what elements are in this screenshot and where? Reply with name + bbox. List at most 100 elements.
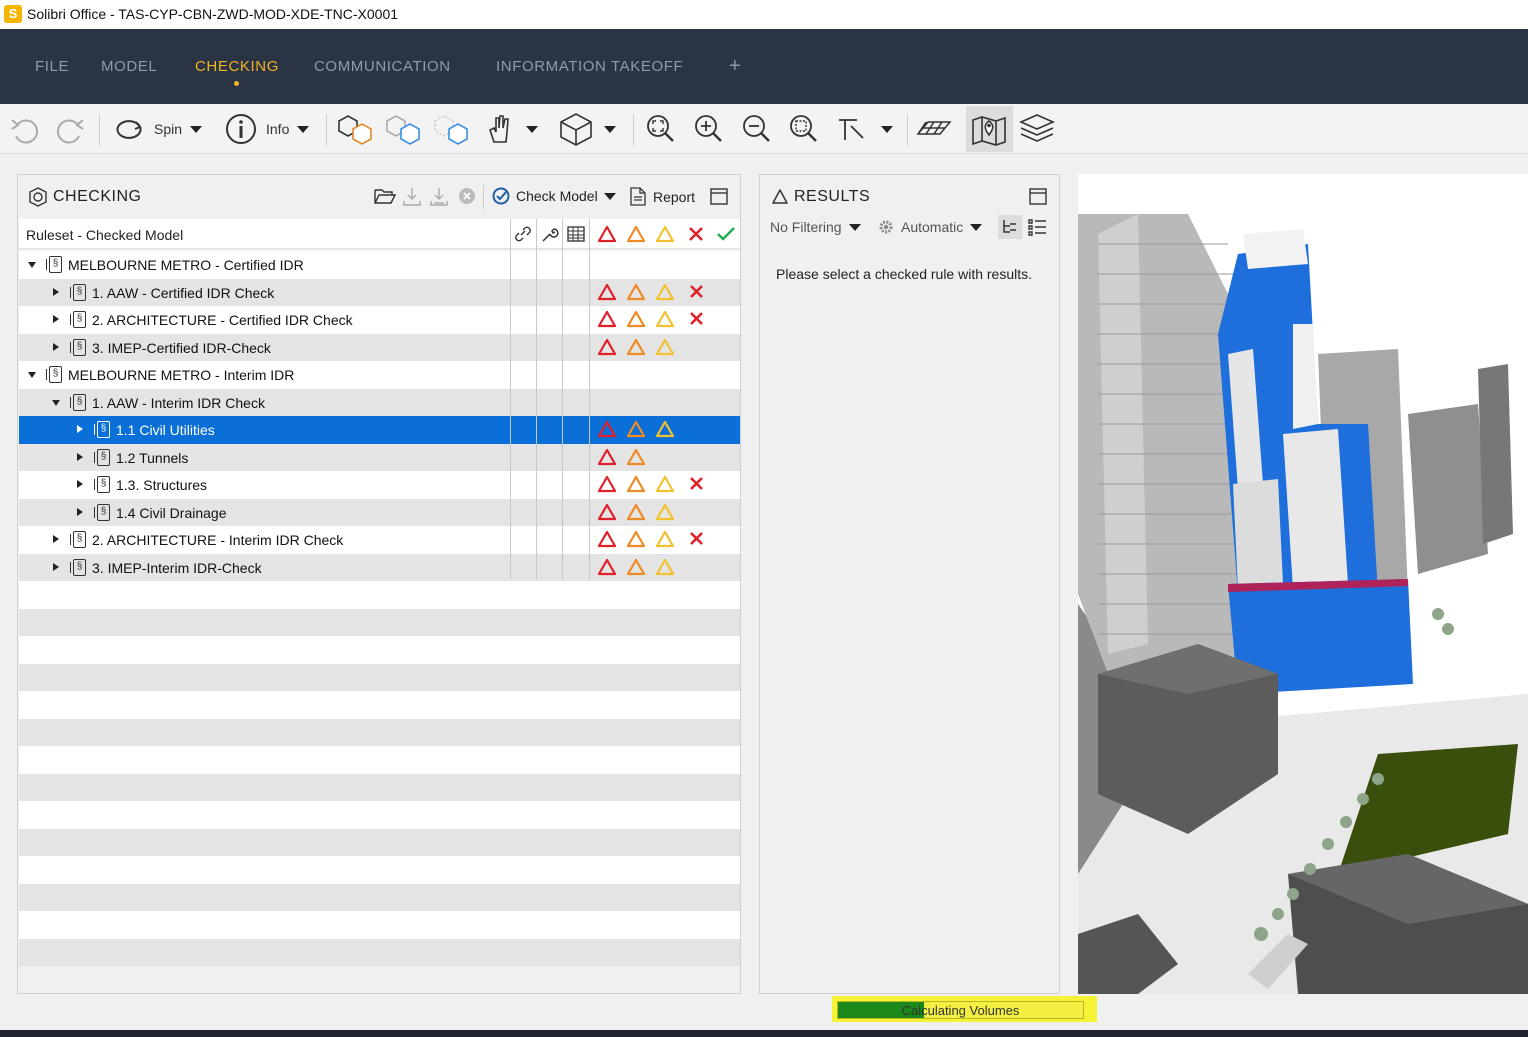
layers-button[interactable]: [1018, 110, 1056, 148]
zoom-selected-button[interactable]: [786, 110, 820, 148]
section-plane-button[interactable]: [914, 110, 954, 148]
list-view-icon[interactable]: [1027, 218, 1047, 236]
severity-medium-icon: [626, 310, 646, 328]
info-dropdown[interactable]: Info: [224, 110, 310, 148]
open-folder-icon[interactable]: [374, 187, 396, 205]
menu-communication[interactable]: COMMUNICATION: [314, 58, 451, 75]
measure-dropdown[interactable]: [835, 110, 893, 148]
expand-arrow-icon[interactable]: [53, 562, 59, 571]
collapse-arrow-icon[interactable]: [28, 372, 36, 378]
tree-row-label: 1.3. Structures: [116, 477, 208, 493]
mode-label: Automatic: [901, 219, 964, 235]
ruleset-icon: §: [70, 311, 86, 328]
hand-select-icon: [489, 115, 509, 143]
ruleset-icon: §: [46, 366, 62, 383]
zoom-selected-icon: [790, 115, 817, 142]
tree-row[interactable]: § 3. IMEP-Certified IDR-Check: [19, 333, 740, 361]
expand-arrow-icon[interactable]: [53, 315, 59, 323]
expand-arrow-icon[interactable]: [53, 287, 59, 296]
selection-dropdown[interactable]: [484, 110, 538, 148]
tree-row[interactable]: § 1.2 Tunnels: [19, 443, 740, 471]
maximize-panel-icon[interactable]: [1029, 188, 1047, 205]
menu-checking[interactable]: CHECKING: [195, 58, 279, 75]
ruleset-icon: §: [94, 503, 110, 521]
expand-arrow-icon[interactable]: [53, 342, 59, 351]
tree-row[interactable]: § 1.3. Structures: [19, 471, 740, 499]
check-model-button[interactable]: Check Model: [492, 187, 616, 205]
download-icon[interactable]: [403, 187, 421, 207]
layers-icon: [1019, 114, 1055, 142]
filter-dropdown[interactable]: No Filtering: [770, 219, 861, 235]
wrench-icon: [542, 228, 559, 242]
tree-row[interactable]: § MELBOURNE METRO - Interim IDR: [19, 361, 740, 389]
check-circle-icon: [492, 187, 510, 205]
tree-row[interactable]: § 1. AAW - Certified IDR Check: [19, 278, 740, 306]
show-all-button[interactable]: [335, 110, 375, 148]
tree-row[interactable]: § 1.1 Civil Utilities: [19, 416, 740, 444]
mode-dropdown[interactable]: Automatic: [878, 219, 983, 235]
expand-arrow-icon[interactable]: [77, 452, 83, 461]
ruleset-icon: §: [46, 256, 62, 273]
view-cube-dropdown[interactable]: [558, 110, 616, 148]
severity-low-icon: [655, 475, 675, 493]
passed-check-icon: [717, 227, 735, 241]
severity-medium-icon: [626, 475, 646, 493]
tree-row[interactable]: § 1. AAW - Interim IDR Check: [19, 388, 740, 416]
severity-high-icon: [597, 503, 617, 520]
ruleset-column-header: Ruleset - Checked Model: [19, 219, 740, 249]
zoom-in-button[interactable]: [691, 110, 725, 148]
spin-dropdown[interactable]: Spin: [112, 110, 203, 148]
tree-row-label: 1.1 Civil Utilities: [116, 422, 215, 438]
map-view-button[interactable]: [970, 110, 1008, 148]
3d-viewport[interactable]: [1078, 174, 1528, 994]
collapse-arrow-icon[interactable]: [52, 399, 60, 406]
isolate-button[interactable]: [383, 110, 423, 148]
info-icon: [226, 114, 256, 144]
zoom-fit-icon: [647, 115, 674, 142]
menu-information-takeoff[interactable]: INFORMATION TAKEOFF: [496, 58, 683, 75]
expand-arrow-icon[interactable]: [53, 535, 59, 543]
tree-row[interactable]: § 1.4 Civil Drainage: [19, 498, 740, 526]
severity-high-icon: [597, 475, 617, 493]
section-plane-icon: [916, 121, 952, 135]
ruleset-icon: §: [70, 558, 86, 576]
menu-model[interactable]: MODEL: [101, 58, 157, 75]
ruleset-icon: §: [70, 283, 86, 301]
severity-medium-icon: [626, 503, 646, 520]
tree-row[interactable]: § 3. IMEP-Interim IDR-Check: [19, 553, 740, 581]
collapse-arrow-icon[interactable]: [28, 262, 36, 268]
undo-button[interactable]: [8, 110, 42, 148]
menu-file[interactable]: FILE: [35, 58, 69, 75]
window-title: Solibri Office - TAS-CYP-CBN-ZWD-MOD-XDE…: [27, 6, 399, 22]
expand-arrow-icon[interactable]: [77, 425, 83, 433]
results-triangle-icon: [772, 189, 788, 204]
expand-arrow-icon[interactable]: [77, 507, 83, 516]
zoom-out-button[interactable]: [739, 110, 773, 148]
tree-view-toggle[interactable]: [998, 215, 1022, 239]
severity-low-icon: [655, 283, 675, 300]
severity-high-icon: [597, 283, 617, 300]
taskbar-edge: [0, 1030, 1528, 1037]
severity-medium-icon: [626, 530, 646, 548]
add-tab-button[interactable]: +: [729, 55, 741, 78]
empty-row: [19, 911, 740, 939]
redo-button[interactable]: [53, 110, 87, 148]
download-all-icon[interactable]: [430, 187, 448, 207]
rejected-icon: [690, 477, 703, 490]
tree-row[interactable]: § 2. ARCHITECTURE - Interim IDR Check: [19, 526, 740, 554]
tree-row[interactable]: § 2. ARCHITECTURE - Certified IDR Check: [19, 306, 740, 334]
ruleset-column-title: Ruleset - Checked Model: [26, 227, 184, 243]
ruleset-icon: §: [70, 393, 86, 411]
expand-arrow-icon[interactable]: [77, 480, 83, 488]
chevron-down-icon: [604, 125, 616, 133]
tree-row[interactable]: § MELBOURNE METRO - Certified IDR: [19, 251, 740, 279]
hide-button[interactable]: [431, 110, 471, 148]
report-button[interactable]: Report: [630, 187, 695, 206]
chevron-down-icon: [190, 125, 203, 133]
stop-icon[interactable]: [458, 187, 476, 205]
empty-row: [19, 636, 740, 664]
zoom-fit-button[interactable]: [643, 110, 677, 148]
tree-row-label: MELBOURNE METRO - Certified IDR: [68, 257, 304, 273]
maximize-panel-icon[interactable]: [710, 188, 728, 205]
empty-row: [19, 773, 740, 801]
